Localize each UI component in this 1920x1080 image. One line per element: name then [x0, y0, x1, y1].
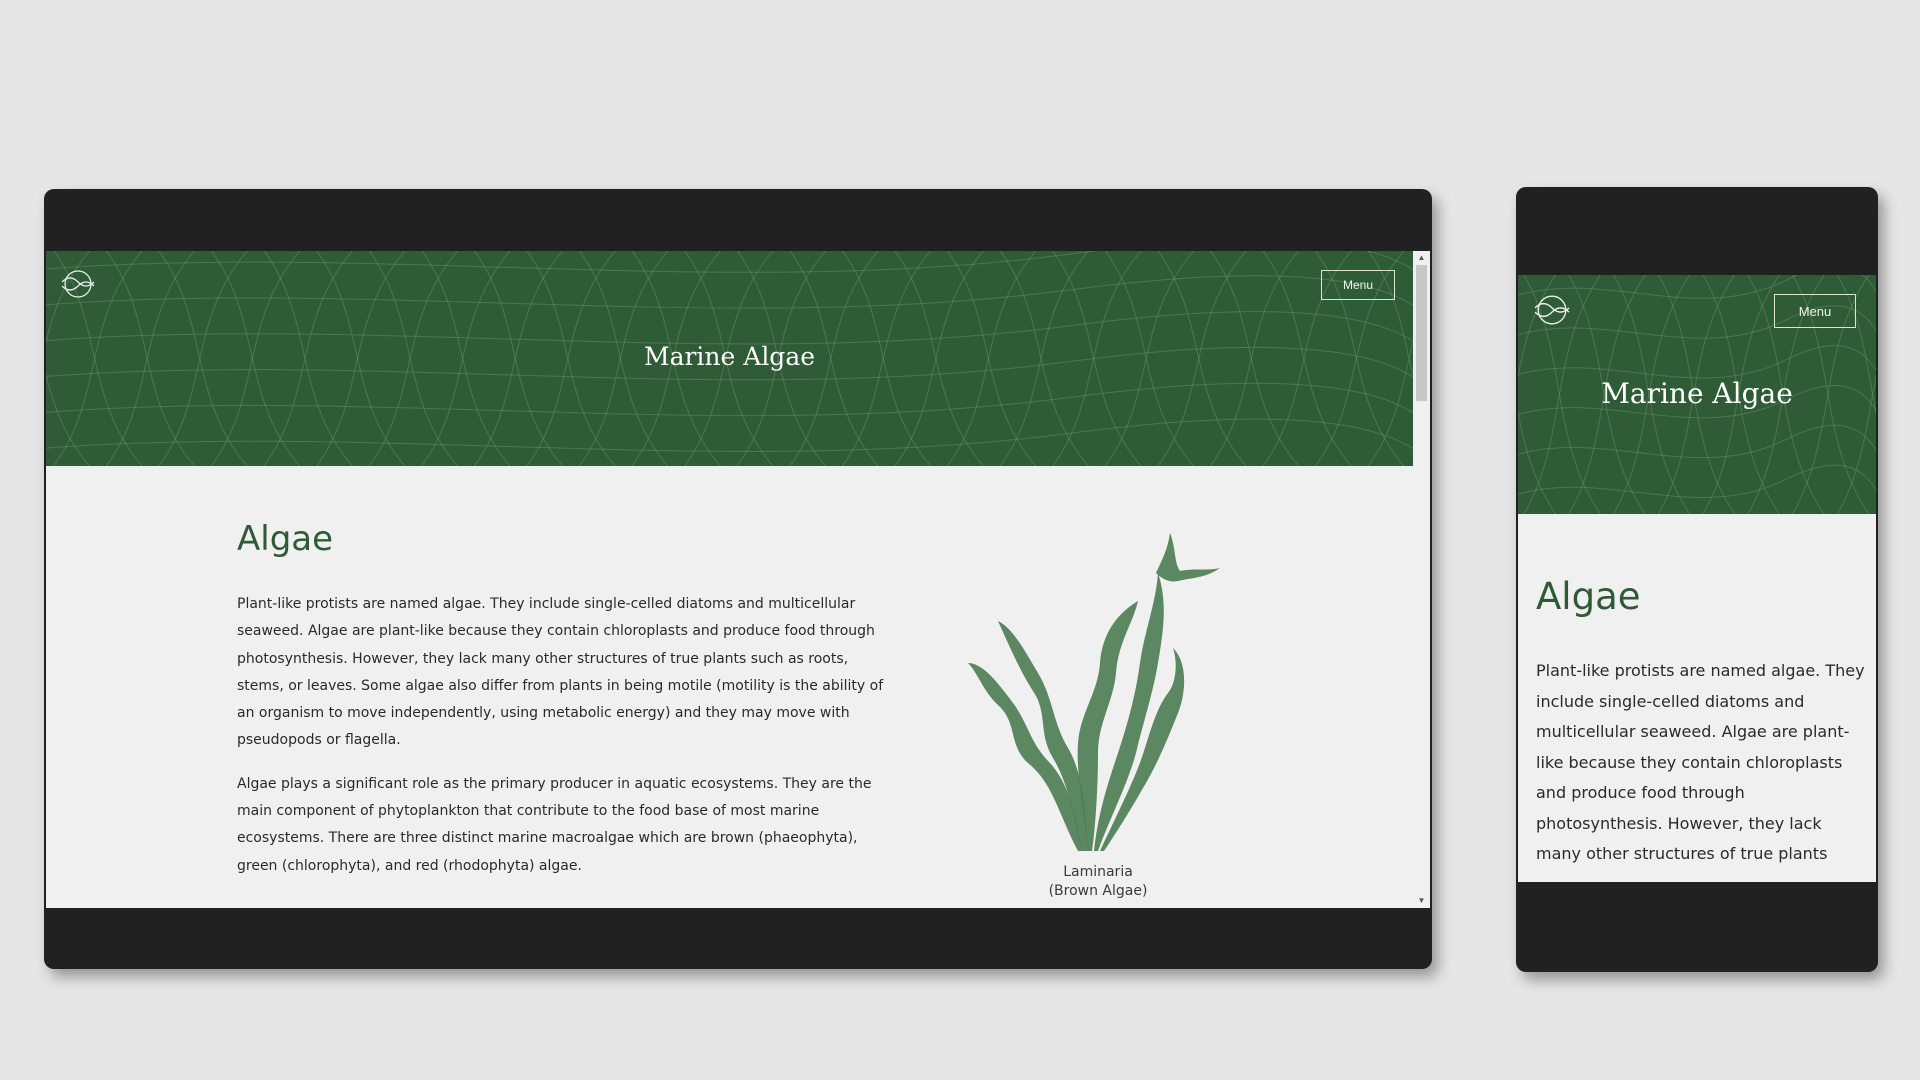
mobile-device-frame: Menu Marine Algae Algae Plant-like proti… [1516, 187, 1878, 972]
vertical-scrollbar[interactable]: ▲ ▼ [1413, 251, 1430, 908]
article-heading: Algae [237, 519, 334, 559]
seaweed-illustration [968, 533, 1220, 851]
mobile-logo-icon[interactable] [1532, 293, 1572, 327]
article-paragraph-1: Plant-like protists are named algae. The… [237, 596, 884, 749]
menu-button[interactable]: Menu [1321, 270, 1395, 300]
mobile-menu-button[interactable]: Menu [1774, 294, 1856, 328]
logo-icon[interactable] [60, 268, 96, 300]
mobile-article-content: Algae Plant-like protists are named alga… [1536, 575, 1866, 870]
article-paragraph-2: Algae plays a significant role as the pr… [237, 775, 872, 874]
site-title: Marine Algae [643, 342, 816, 371]
mobile-article-paragraph: Plant-like protists are named algae. The… [1536, 661, 1865, 863]
mobile-site-title: Marine Algae [1601, 377, 1793, 410]
scroll-thumb[interactable] [1416, 265, 1427, 401]
desktop-screen: Menu Marine Algae Algae Plant-like proti… [46, 251, 1430, 908]
seaweed-figure: Laminaria (Brown Algae) [958, 533, 1238, 903]
mobile-hero-banner: Menu Marine Algae [1518, 275, 1876, 514]
hero-banner: Menu Marine Algae [46, 251, 1413, 466]
article-content: Algae Plant-like protists are named alga… [237, 519, 897, 880]
scroll-down-arrow-icon[interactable]: ▼ [1417, 897, 1426, 905]
desktop-device-frame: Menu Marine Algae Algae Plant-like proti… [44, 189, 1432, 969]
caption-line-2: (Brown Algae) [1048, 883, 1148, 899]
scroll-up-arrow-icon[interactable]: ▲ [1417, 254, 1426, 262]
figure-caption: Laminaria (Brown Algae) [958, 863, 1238, 901]
mobile-screen: Menu Marine Algae Algae Plant-like proti… [1518, 275, 1876, 882]
mobile-article-heading: Algae [1536, 575, 1641, 618]
caption-line-1: Laminaria [1063, 864, 1133, 880]
